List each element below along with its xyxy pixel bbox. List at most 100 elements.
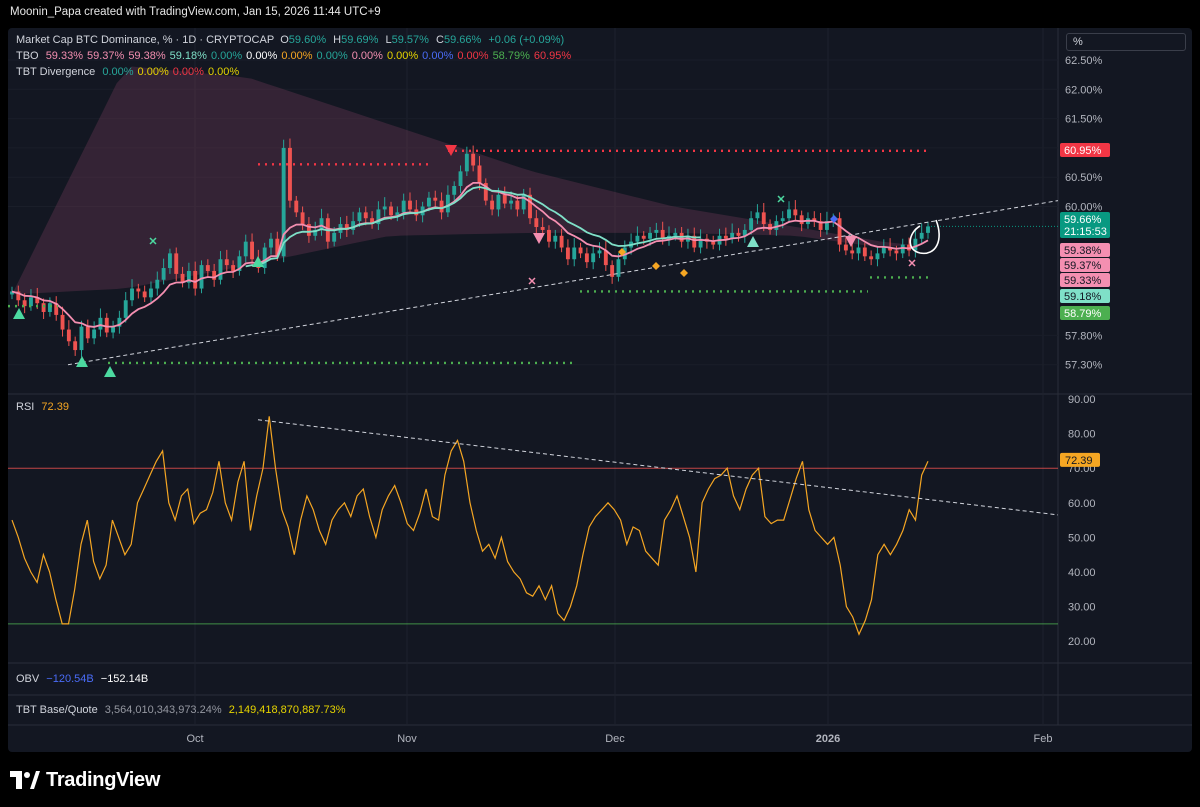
candle-body-16 (111, 326, 116, 333)
price-axis-tick-2: 61.50% (1065, 114, 1103, 126)
candle-body-91 (584, 253, 589, 263)
legend-tbo-label: TBO (16, 50, 39, 62)
candle-body-140 (894, 250, 899, 254)
candle-body-131 (837, 218, 842, 245)
diamond-marker-3 (680, 269, 688, 277)
legend-tbo-value-2: 59.38% (128, 50, 166, 62)
legend-tbo-value-6: 0.00% (281, 50, 313, 62)
legend-divergence[interactable]: TBT Divergence 0.00% 0.00% 0.00% 0.00% (16, 66, 243, 78)
legend-main[interactable]: Market Cap BTC Dominance, % · 1D · CRYPT… (16, 34, 568, 46)
candle-body-38 (250, 241, 255, 260)
x-axis-tick-1: Nov (397, 733, 417, 745)
candle-body-86 (553, 235, 558, 242)
rsi-axis-tick-7: 20.00 (1068, 636, 1096, 648)
legend-obv[interactable]: OBV −120.54B −152.14B (16, 673, 152, 685)
candle-body-67 (433, 197, 438, 201)
cross-marker-2 (528, 277, 536, 285)
candle-body-18 (123, 300, 128, 318)
candle-body-119 (761, 212, 766, 225)
candle-body-41 (269, 238, 273, 248)
candle-body-22 (149, 288, 153, 298)
buy-triangle-1 (13, 308, 25, 319)
legend-tbo-value-8: 0.00% (351, 50, 383, 62)
candle-body-20 (136, 288, 141, 292)
legend-obv-v2: −152.14B (100, 673, 149, 685)
legend-tbo-value-9: 0.00% (386, 50, 419, 62)
candle-body-118 (755, 212, 760, 219)
legend-rsi[interactable]: RSI 72.39 (16, 401, 73, 413)
legend-tbo-value-1: 59.37% (87, 50, 125, 62)
legend-h-value: 59.69% (341, 34, 379, 46)
rsi-line (11, 416, 929, 636)
rsi-axis-tick-3: 60.00 (1068, 498, 1096, 510)
legend-basequote[interactable]: TBT Base/Quote 3,564,010,343,973.24% 2,1… (16, 704, 350, 716)
legend-tbo-value-5: 0.00% (246, 50, 278, 62)
scale-unit-box[interactable]: % (1066, 33, 1186, 51)
candle-body-60 (389, 206, 393, 216)
legend-o-label: O (280, 34, 289, 46)
rsi-axis-tick-5: 40.00 (1068, 567, 1096, 579)
price-tag-text-5: 59.18% (1064, 291, 1102, 303)
legend-tbo-value-3: 59.18% (169, 50, 207, 62)
candle-body-79 (509, 200, 514, 204)
x-axis-tick-2: Dec (605, 733, 625, 745)
legend-tbo[interactable]: TBO 59.33% 59.37% 59.38% 59.18% 0.00% 0.00% 0.… (16, 50, 575, 62)
candle-body-66 (426, 197, 431, 207)
x-axis-tick-3: 2026 (816, 733, 840, 745)
legend-obv-label: OBV (16, 673, 40, 685)
legend-divergence-value-3: 0.00% (207, 66, 240, 78)
candle-body-125 (799, 215, 804, 225)
candle-body-26 (174, 253, 179, 274)
price-tag-text-0: 60.95% (1064, 145, 1102, 157)
candle-body-6 (47, 303, 52, 312)
candle-body-44 (288, 147, 292, 201)
legend-basequote-v1: 3,564,010,343,973.24% (104, 704, 222, 716)
candle-body-32 (212, 270, 217, 280)
candle-body-31 (205, 265, 210, 271)
price-tag-text-4: 59.33% (1064, 275, 1102, 287)
rsi-tag-text: 72.39 (1065, 455, 1093, 467)
candle-body-136 (869, 256, 874, 260)
candle-body-132 (843, 244, 848, 251)
legend-main-title: Market Cap BTC Dominance, % · 1D · CRYPT… (16, 34, 275, 46)
candle-body-145 (926, 226, 930, 233)
buy-triangle-3 (104, 366, 116, 377)
price-axis-tick-5: 60.00% (1065, 202, 1103, 214)
x-axis-tick-4: Feb (1034, 733, 1053, 745)
rsi-pane (8, 416, 1059, 636)
legend-basequote-v2: 2,149,418,870,887.73% (228, 704, 346, 716)
candle-body-13 (92, 329, 97, 339)
candle-body-40 (262, 247, 267, 269)
legend-h-label: H (333, 34, 342, 46)
legend-divergence-value-2: 0.00% (172, 66, 204, 78)
candle-body-63 (408, 200, 412, 210)
candle-body-51 (332, 232, 337, 242)
buy-triangle-2 (76, 356, 88, 367)
rsi-axis-tick-4: 50.00 (1068, 532, 1096, 544)
price-tag-text-1: 59.66% (1064, 214, 1102, 226)
chart-canvas[interactable]: 62.50%62.00%61.50%61.00%60.50%60.00%57.8… (8, 28, 1192, 752)
candle-body-100 (641, 235, 646, 239)
legend-l-value: 59.57% (391, 34, 429, 46)
legend-change: +0.06 (+0.09%) (488, 34, 565, 46)
candle-body-111 (711, 241, 716, 245)
candle-body-138 (881, 247, 886, 254)
candle-body-124 (793, 209, 798, 216)
candle-body-9 (66, 329, 71, 342)
candle-body-93 (597, 250, 602, 254)
candle-body-49 (319, 218, 324, 230)
candle-body-101 (648, 232, 652, 239)
legend-tbo-value-7: 0.00% (316, 50, 348, 62)
candle-body-30 (199, 265, 204, 289)
candle-body-54 (351, 221, 356, 230)
diamond-marker-2 (652, 262, 660, 270)
cross-marker-4 (908, 259, 916, 267)
candle-body-10 (73, 341, 78, 351)
legend-obv-v1: −120.54B (46, 673, 94, 685)
price-axis-tick-6: 57.80% (1065, 330, 1103, 342)
legend-tbo-value-12: 58.79% (492, 50, 530, 62)
chart-area[interactable]: 62.50%62.00%61.50%61.00%60.50%60.00%57.8… (8, 28, 1192, 752)
candle-body-113 (723, 235, 728, 239)
candle-body-71 (458, 171, 463, 186)
candle-body-95 (610, 265, 615, 277)
